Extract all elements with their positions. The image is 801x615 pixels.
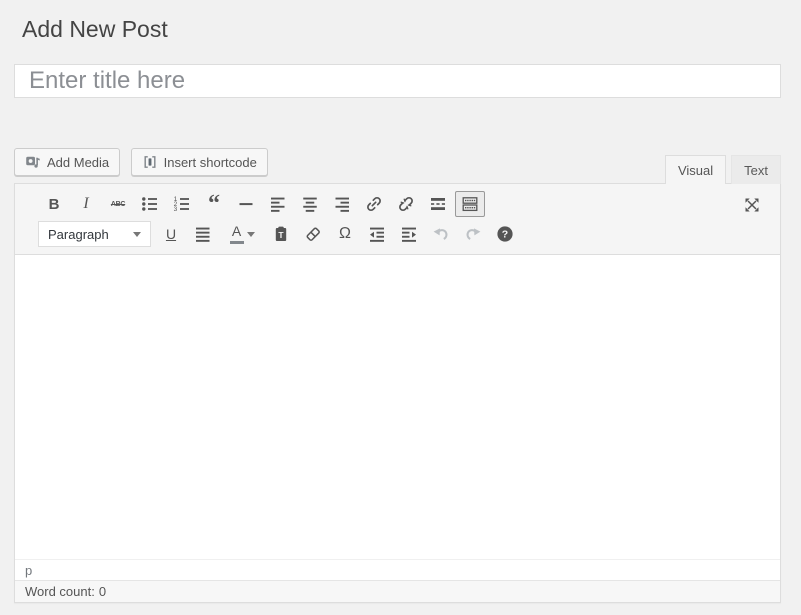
justify-button[interactable] — [188, 221, 218, 247]
blockquote-icon: “ — [204, 194, 224, 214]
editor-container: BI ABC 123 “ Paragraph U A T Ω? p Word count: … — [14, 183, 781, 603]
insert-more-tag-button[interactable] — [423, 191, 453, 217]
toolbar-right — [736, 192, 768, 220]
undo-icon — [431, 224, 451, 244]
underline-icon: U — [161, 224, 181, 244]
help-button[interactable]: ? — [490, 221, 520, 247]
help-icon: ? — [495, 224, 515, 244]
add-media-button[interactable]: Add Media — [14, 148, 120, 176]
word-count-bar: Word count: 0 — [15, 580, 780, 602]
toolbar-row-1: BI ABC 123 “ — [15, 190, 780, 218]
indent-button[interactable] — [394, 221, 424, 247]
remove-link-icon — [396, 194, 416, 214]
align-left-icon — [268, 194, 288, 214]
text-color-button[interactable]: A — [220, 221, 264, 247]
redo-button[interactable] — [458, 221, 488, 247]
special-character-icon: Ω — [335, 224, 355, 244]
align-left-button[interactable] — [263, 191, 293, 217]
remove-link-button[interactable] — [391, 191, 421, 217]
tab-text[interactable]: Text — [731, 155, 781, 184]
chevron-down-icon — [247, 232, 255, 237]
page-title: Add New Post — [22, 14, 781, 44]
tab-visual[interactable]: Visual — [665, 155, 726, 184]
italic-button[interactable]: I — [71, 191, 101, 217]
insert-shortcode-label: Insert shortcode — [164, 155, 257, 170]
align-right-icon — [332, 194, 352, 214]
insert-link-button[interactable] — [359, 191, 389, 217]
special-character-button[interactable]: Ω — [330, 221, 360, 247]
shortcode-icon — [142, 154, 158, 170]
element-path-bar: p — [15, 559, 780, 580]
bold-icon: B — [44, 194, 64, 214]
chevron-down-icon — [133, 232, 141, 237]
toolbar-toggle-button[interactable] — [455, 191, 485, 217]
svg-text:?: ? — [502, 229, 508, 241]
align-right-button[interactable] — [327, 191, 357, 217]
underline-button[interactable]: U — [156, 221, 186, 247]
clear-formatting-button[interactable] — [298, 221, 328, 247]
format-select[interactable]: Paragraph — [38, 221, 151, 247]
toolbar-toggle-icon — [460, 194, 480, 214]
outdent-button[interactable] — [362, 221, 392, 247]
editor-mode-tabs: Visual Text — [665, 155, 781, 184]
editor-toolbar: BI ABC 123 “ Paragraph U A T Ω? — [15, 184, 780, 255]
add-media-label: Add Media — [47, 155, 109, 170]
distraction-free-button[interactable] — [737, 192, 767, 218]
bold-button[interactable]: B — [39, 191, 69, 217]
strikethrough-icon: ABC — [108, 194, 128, 214]
strikethrough-button[interactable]: ABC — [103, 191, 133, 217]
horizontal-rule-button[interactable] — [231, 191, 261, 217]
add-new-post-page: Add New Post Add Media Insert shortcode … — [14, 0, 781, 603]
indent-icon — [399, 224, 419, 244]
align-center-button[interactable] — [295, 191, 325, 217]
word-count-value: 0 — [99, 584, 106, 599]
undo-button[interactable] — [426, 221, 456, 247]
redo-icon — [463, 224, 483, 244]
outdent-icon — [367, 224, 387, 244]
blockquote-button[interactable]: “ — [199, 191, 229, 217]
justify-icon — [193, 224, 213, 244]
distraction-free-icon — [742, 195, 762, 215]
horizontal-rule-icon — [236, 194, 256, 214]
word-count-label: Word count: — [25, 584, 95, 599]
svg-text:T: T — [278, 230, 284, 240]
text-color-icon: A — [230, 225, 244, 244]
numbered-list-icon: 123 — [172, 194, 192, 214]
editor-top-row: Add Media Insert shortcode Visual Text — [14, 148, 781, 176]
insert-shortcode-button[interactable]: Insert shortcode — [131, 148, 268, 176]
toolbar-row-2: Paragraph U A T Ω? — [15, 220, 780, 248]
path-item-p[interactable]: p — [25, 563, 32, 578]
bullet-list-icon — [140, 194, 160, 214]
clear-formatting-icon — [303, 224, 323, 244]
editor-content[interactable] — [15, 255, 780, 559]
post-title-input[interactable] — [14, 64, 781, 98]
paste-as-text-icon: T — [271, 224, 291, 244]
numbered-list-button[interactable]: 123 — [167, 191, 197, 217]
bullet-list-button[interactable] — [135, 191, 165, 217]
italic-icon: I — [76, 194, 96, 214]
align-center-icon — [300, 194, 320, 214]
format-select-value: Paragraph — [48, 227, 109, 242]
insert-link-icon — [364, 194, 384, 214]
paste-as-text-button[interactable]: T — [266, 221, 296, 247]
svg-text:3: 3 — [174, 206, 178, 213]
add-media-icon — [25, 154, 41, 170]
insert-more-tag-icon — [428, 194, 448, 214]
